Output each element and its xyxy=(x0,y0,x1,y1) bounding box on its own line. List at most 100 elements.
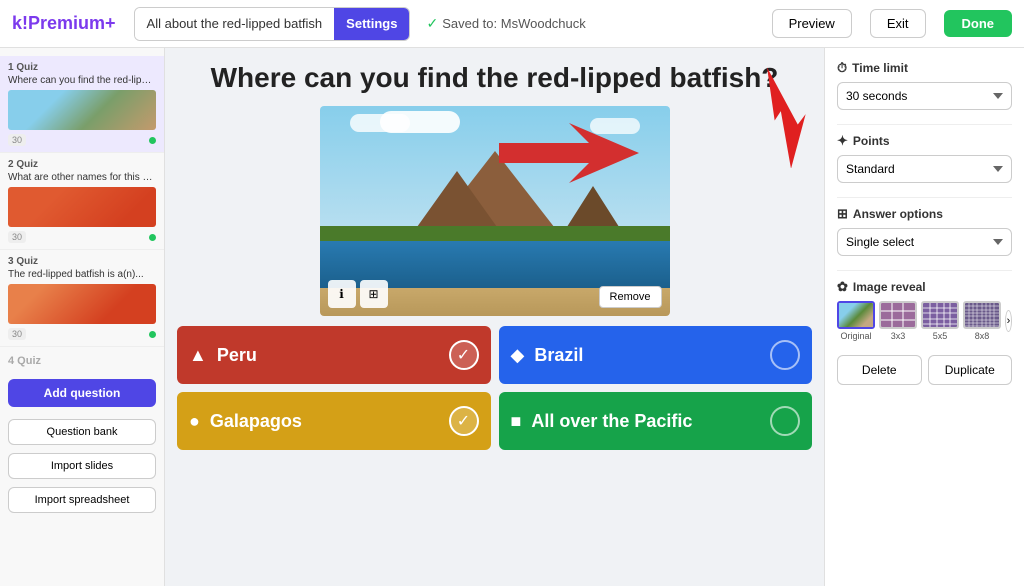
answer-icon-1: ◆ xyxy=(511,345,525,366)
reveal-grid-3x3 xyxy=(881,303,915,329)
sidebar-item-2-num: 30 xyxy=(8,231,26,243)
sidebar-item-1-type: 1 Quiz xyxy=(8,62,156,73)
sidebar-item-1-thumb xyxy=(8,90,156,130)
answer-text-2: Galapagos xyxy=(210,411,449,432)
cloud-3 xyxy=(590,118,640,134)
main-layout: 1 Quiz Where can you find the red-lipped… xyxy=(0,48,1024,586)
reveal-label-3x3: 3x3 xyxy=(891,331,906,341)
grid-icon: ⊞ xyxy=(837,206,848,222)
answer-icon-0: ▲ xyxy=(189,345,207,366)
answer-icon-3: ■ xyxy=(511,411,522,432)
answer-options-section: ⊞ Answer options Single select xyxy=(837,206,1012,256)
answer-text-1: Brazil xyxy=(534,345,770,366)
import-slides-button[interactable]: Import slides xyxy=(8,453,156,479)
reveal-options: Original 3x3 xyxy=(837,301,1001,341)
reveal-thumb-original xyxy=(837,301,875,329)
answer-check-2: ✓ xyxy=(449,406,479,436)
divider-2 xyxy=(837,197,1012,198)
sidebar-item-2-type: 2 Quiz xyxy=(8,159,156,170)
answer-check-1 xyxy=(770,340,800,370)
reveal-thumb-3x3 xyxy=(879,301,917,329)
divider-3 xyxy=(837,270,1012,271)
title-bar: All about the red-lipped batfish Setting… xyxy=(134,7,411,41)
header: k!Premium+ All about the red-lipped batf… xyxy=(0,0,1024,48)
reveal-8x8[interactable]: 8x8 xyxy=(963,301,1001,341)
sidebar-item-3[interactable]: 3 Quiz The red-lipped batfish is a(n)...… xyxy=(0,250,164,347)
answer-text-0: Peru xyxy=(217,345,449,366)
answer-card-1[interactable]: ◆ Brazil xyxy=(499,326,813,384)
sidebar-item-2-meta: 30 xyxy=(8,231,156,243)
image-info-button[interactable]: ℹ xyxy=(328,280,356,308)
app-logo: k!Premium+ xyxy=(12,13,116,34)
settings-button[interactable]: Settings xyxy=(334,8,409,40)
points-select[interactable]: Standard xyxy=(837,155,1012,183)
time-limit-label: ⏱ Time limit xyxy=(837,60,1012,76)
reveal-thumb-5x5 xyxy=(921,301,959,329)
sidebar-item-3-num: 30 xyxy=(8,328,26,340)
done-button[interactable]: Done xyxy=(944,10,1013,37)
star-icon: ✦ xyxy=(837,133,848,149)
panel-actions: Delete Duplicate xyxy=(837,355,1012,385)
sidebar-item-3-meta: 30 xyxy=(8,328,156,340)
image-toolbar: ℹ ⊞ xyxy=(328,280,388,308)
saved-checkmark: ✓ xyxy=(426,15,438,32)
vegetation-layer xyxy=(320,226,670,241)
sidebar-item-4-label: 4 Quiz xyxy=(0,347,164,371)
answer-check-0: ✓ xyxy=(449,340,479,370)
answer-card-3[interactable]: ■ All over the Pacific xyxy=(499,392,813,450)
points-label: ✦ Points xyxy=(837,133,1012,149)
exit-button[interactable]: Exit xyxy=(870,9,926,38)
sidebar-item-1-dot xyxy=(149,137,156,144)
reveal-label-original: Original xyxy=(840,331,871,341)
image-edit-button[interactable]: ⊞ xyxy=(360,280,388,308)
add-question-button[interactable]: Add question xyxy=(8,379,156,407)
question-bank-button[interactable]: Question bank xyxy=(8,419,156,445)
sidebar-item-2-thumb xyxy=(8,187,156,227)
sidebar-item-1-num: 30 xyxy=(8,134,26,146)
answer-card-0[interactable]: ▲ Peru ✓ xyxy=(177,326,491,384)
saved-label: Saved to: MsWoodchuck xyxy=(442,16,586,31)
reveal-3x3[interactable]: 3x3 xyxy=(879,301,917,341)
clock-icon: ⏱ xyxy=(837,60,847,76)
image-reveal-label: ✿ Image reveal xyxy=(837,279,1012,295)
reveal-label-5x5: 5x5 xyxy=(933,331,948,341)
reveal-grid-5x5 xyxy=(923,303,957,329)
answer-card-2[interactable]: ● Galapagos ✓ xyxy=(177,392,491,450)
answer-options-select[interactable]: Single select xyxy=(837,228,1012,256)
sidebar-item-3-type: 3 Quiz xyxy=(8,256,156,267)
answer-options: ▲ Peru ✓ ◆ Brazil ● Galapagos ✓ ■ All ov… xyxy=(177,326,812,450)
right-panel: ⏱ Time limit 30 seconds ✦ Points Standar… xyxy=(824,48,1024,586)
answer-text-3: All over the Pacific xyxy=(531,411,770,432)
sidebar-item-3-thumb xyxy=(8,284,156,324)
delete-button[interactable]: Delete xyxy=(837,355,922,385)
saved-indicator: ✓ Saved to: MsWoodchuck xyxy=(426,15,585,32)
reveal-options-row: Original 3x3 xyxy=(837,301,1012,341)
divider-1 xyxy=(837,124,1012,125)
import-spreadsheet-button[interactable]: Import spreadsheet xyxy=(8,487,156,513)
sidebar-item-2[interactable]: 2 Quiz What are other names for this cre… xyxy=(0,153,164,250)
reveal-scroll-right-button[interactable]: › xyxy=(1005,310,1012,332)
time-limit-select[interactable]: 30 seconds xyxy=(837,82,1012,110)
reveal-original[interactable]: Original xyxy=(837,301,875,341)
sidebar-item-1[interactable]: 1 Quiz Where can you find the red-lipped… xyxy=(0,56,164,153)
points-section: ✦ Points Standard xyxy=(837,133,1012,183)
quiz-title: All about the red-lipped batfish xyxy=(135,8,335,40)
question-image-container: ℹ ⊞ Remove xyxy=(320,106,670,316)
time-limit-section: ⏱ Time limit 30 seconds xyxy=(837,60,1012,110)
preview-button[interactable]: Preview xyxy=(772,9,852,38)
remove-image-button[interactable]: Remove xyxy=(599,286,662,308)
image-reveal-section: ✿ Image reveal Original xyxy=(837,279,1012,341)
duplicate-button[interactable]: Duplicate xyxy=(928,355,1013,385)
reveal-grid-8x8 xyxy=(965,303,999,329)
sidebar-item-2-dot xyxy=(149,234,156,241)
sidebar-item-2-question: What are other names for this crea... xyxy=(8,172,156,183)
sidebar-item-1-meta: 30 xyxy=(8,134,156,146)
question-text: Where can you find the red-lipped batfis… xyxy=(177,60,812,96)
reveal-5x5[interactable]: 5x5 xyxy=(921,301,959,341)
answer-icon-2: ● xyxy=(189,411,200,432)
sidebar-item-3-question: The red-lipped batfish is a(n)... xyxy=(8,269,156,280)
sidebar-item-1-question: Where can you find the red-lipped... xyxy=(8,75,156,86)
question-editor: Where can you find the red-lipped batfis… xyxy=(165,48,824,586)
answer-check-3 xyxy=(770,406,800,436)
reveal-icon: ✿ xyxy=(837,279,848,295)
